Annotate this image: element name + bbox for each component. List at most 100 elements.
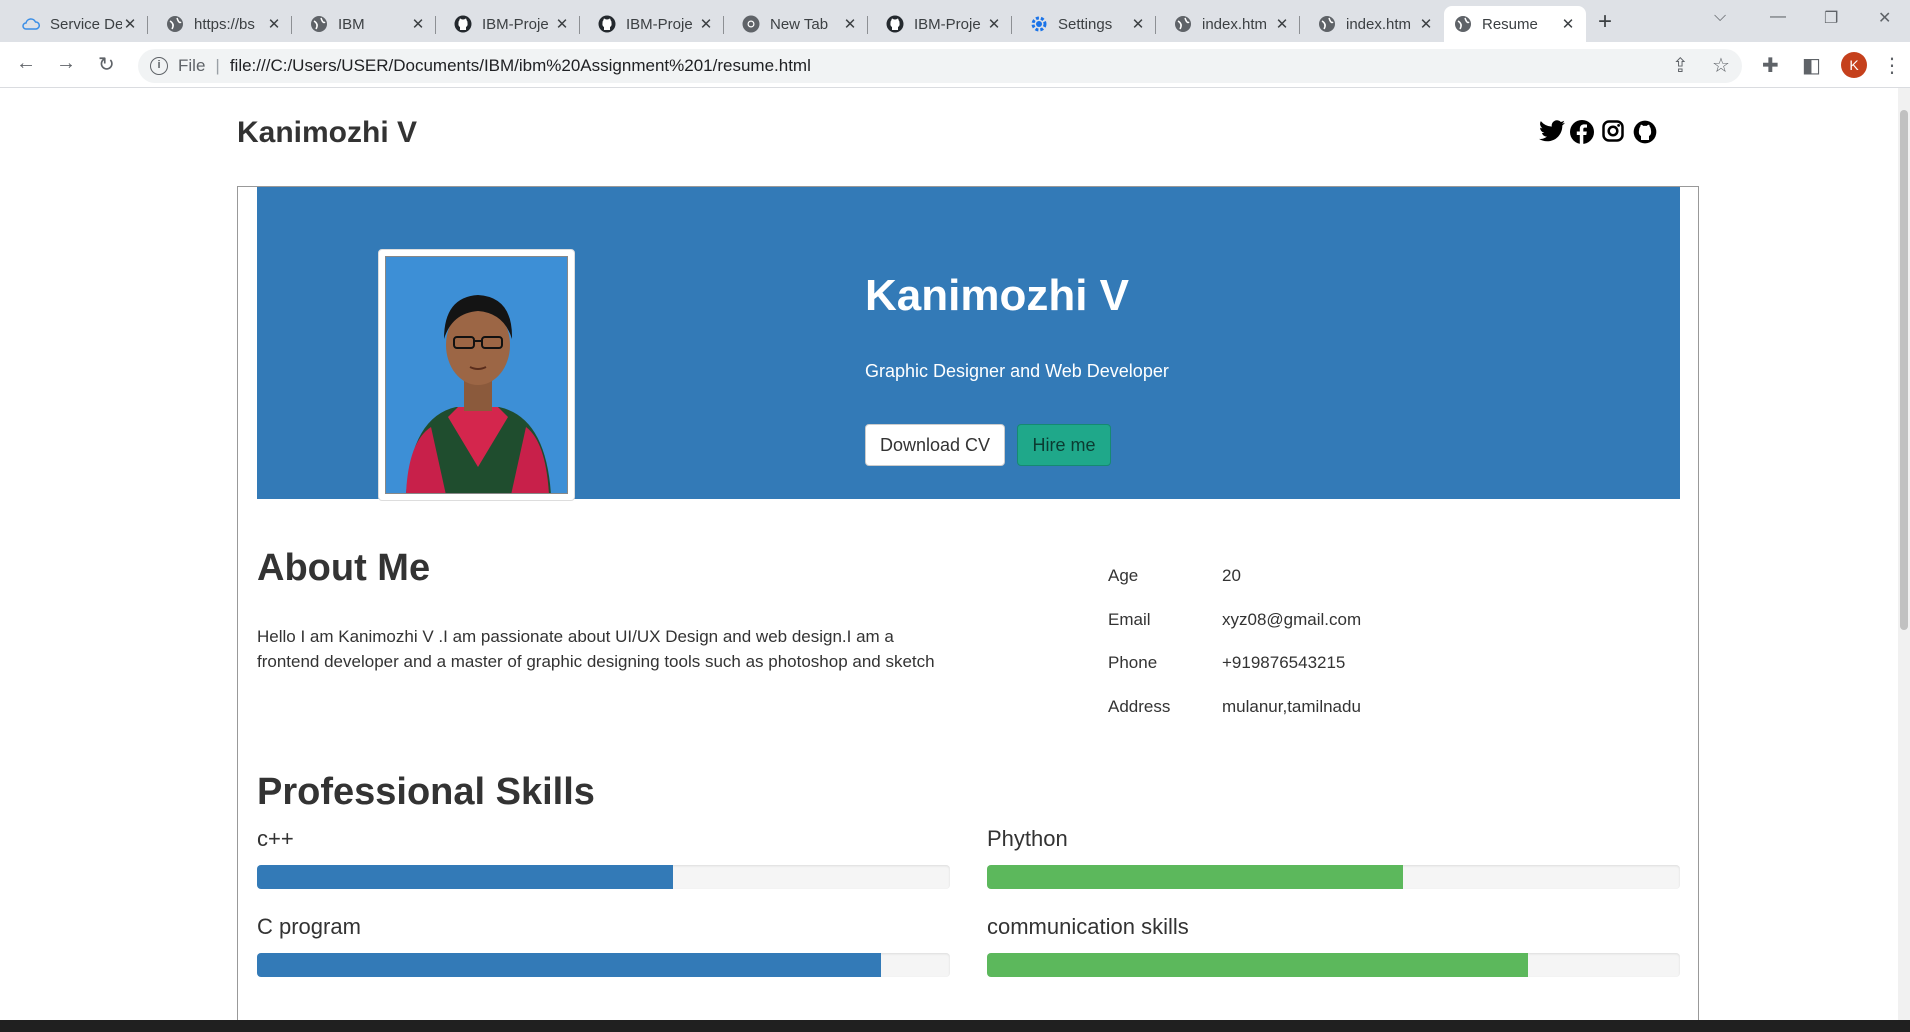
tab-index-2[interactable]: index.htm ✕ (1308, 6, 1444, 42)
tab-index-1[interactable]: index.htm ✕ (1164, 6, 1300, 42)
scrollbar-thumb[interactable] (1900, 110, 1908, 630)
twitter-icon[interactable] (1539, 120, 1565, 148)
info-key: Phone (1108, 653, 1158, 672)
tab-ibm[interactable]: IBM ✕ (300, 6, 436, 42)
tab-search-chevron-icon[interactable]: ⌵ (1714, 8, 1726, 26)
tab-new-tab[interactable]: New Tab ✕ (732, 6, 868, 42)
tab-close-icon[interactable]: ✕ (122, 15, 138, 33)
tab-service-desk[interactable]: Service Desk ✕ (12, 6, 148, 42)
tab-close-icon[interactable]: ✕ (1130, 15, 1146, 33)
github-icon (454, 15, 472, 33)
skill-bar-communication (987, 953, 1680, 977)
about-text: Hello I am Kanimozhi V .I am passionate … (257, 627, 935, 671)
tab-label: Resume (1482, 15, 1538, 33)
tab-label: IBM (338, 15, 365, 33)
info-icon[interactable]: i (150, 57, 168, 75)
url-text: file:///C:/Users/USER/Documents/IBM/ibm%… (229, 56, 811, 75)
skill-bar-cpp (257, 865, 950, 889)
resume-card: Kanimozhi V Graphic Designer and Web Dev… (237, 186, 1699, 1020)
site-brand[interactable]: Kanimozhi V (237, 116, 417, 150)
close-window-icon[interactable]: ✕ (1878, 8, 1891, 28)
download-cv-button[interactable]: Download CV (865, 424, 1005, 466)
github-icon[interactable] (1633, 120, 1657, 150)
globe-icon (1318, 15, 1336, 33)
tab-strip: Service Desk ✕ https://bs ✕ IBM ✕ IBM-Pr… (0, 0, 1910, 42)
globe-icon (1174, 15, 1192, 33)
skill-label-cpp: c++ (257, 826, 294, 851)
bookmark-star-icon[interactable]: ☆ (1712, 53, 1730, 78)
browser-toolbar: ← → ↻ i File | file:///C:/Users/USER/Doc… (0, 42, 1910, 88)
tab-close-icon[interactable]: ✕ (842, 15, 858, 33)
info-row-address: Address mulanur,tamilnadu (1108, 697, 1361, 717)
github-icon (886, 15, 904, 33)
minimize-icon[interactable]: — (1770, 8, 1786, 26)
tab-close-icon[interactable]: ✕ (266, 15, 282, 33)
info-row-email: Email xyz08@gmail.com (1108, 610, 1361, 630)
skill-fill (257, 865, 673, 889)
tab-bs[interactable]: https://bs ✕ (156, 6, 292, 42)
forward-arrow-icon[interactable]: → (56, 52, 76, 75)
skill-bar-python (987, 865, 1680, 889)
side-panel-icon[interactable]: ◧ (1802, 53, 1821, 78)
reload-icon[interactable]: ↻ (98, 52, 115, 77)
tab-close-icon[interactable]: ✕ (554, 15, 570, 33)
profile-photo (378, 249, 575, 501)
tab-close-icon[interactable]: ✕ (1274, 15, 1290, 33)
back-arrow-icon[interactable]: ← (16, 52, 36, 75)
tab-close-icon[interactable]: ✕ (410, 15, 426, 33)
globe-icon (166, 15, 184, 33)
skill-fill (987, 865, 1403, 889)
web-page: Kanimozhi V Kanimozhi V Graphic Designer… (0, 88, 1898, 1020)
skill-fill (257, 953, 881, 977)
tab-label: https://bs (194, 15, 255, 33)
facebook-icon[interactable] (1570, 120, 1594, 150)
share-icon[interactable]: ⇪ (1672, 53, 1689, 78)
tab-label: New Tab (770, 15, 829, 33)
tab-label: index.htm (1202, 15, 1268, 33)
info-value: +919876543215 (1222, 653, 1346, 672)
info-value: 20 (1222, 566, 1241, 585)
new-tab-plus-icon[interactable]: + (1598, 8, 1612, 36)
instagram-icon[interactable] (1602, 120, 1624, 148)
hero-role: Graphic Designer and Web Developer (865, 361, 1169, 381)
restore-icon[interactable]: ❐ (1824, 8, 1838, 28)
tab-label: IBM-Proje (626, 15, 693, 33)
profile-photo-image (385, 256, 568, 494)
tab-close-icon[interactable]: ✕ (1560, 15, 1576, 33)
tab-close-icon[interactable]: ✕ (986, 15, 1002, 33)
page-scrollbar[interactable] (1898, 88, 1910, 1020)
globe-icon (1454, 15, 1472, 33)
menu-kebab-icon[interactable]: ⋮ (1882, 53, 1902, 78)
info-value: xyz08@gmail.com (1222, 610, 1362, 629)
cloud-icon (22, 15, 40, 33)
about-heading: About Me (257, 547, 431, 589)
hero-banner: Kanimozhi V Graphic Designer and Web Dev… (257, 187, 1680, 501)
info-key: Email (1108, 610, 1151, 629)
tab-ibm-project-3[interactable]: IBM-Proje ✕ (876, 6, 1012, 42)
tab-resume[interactable]: Resume ✕ (1444, 6, 1586, 42)
tab-ibm-project-2[interactable]: IBM-Proje ✕ (588, 6, 724, 42)
github-icon (598, 15, 616, 33)
info-key: Address (1108, 697, 1171, 716)
tab-label: IBM-Proje (914, 15, 981, 33)
skill-label-communication: communication skills (987, 914, 1189, 939)
info-row-age: Age 20 (1108, 566, 1241, 586)
extensions-puzzle-icon[interactable]: ✚ (1762, 53, 1779, 78)
skill-bar-c-program (257, 953, 950, 977)
skills-heading: Professional Skills (257, 771, 595, 813)
address-bar[interactable]: i File | file:///C:/Users/USER/Documents… (138, 49, 1742, 83)
tab-label: Settings (1058, 15, 1113, 33)
tab-ibm-project-1[interactable]: IBM-Proje ✕ (444, 6, 580, 42)
tab-label: IBM-Proje (482, 15, 549, 33)
settings-gear-icon (1030, 15, 1048, 33)
scheme-label: File (178, 56, 206, 75)
chrome-icon (742, 15, 760, 33)
tab-settings[interactable]: Settings ✕ (1020, 6, 1156, 42)
tab-label: Service Desk (50, 15, 122, 33)
os-taskbar (0, 1020, 1910, 1032)
tab-close-icon[interactable]: ✕ (1418, 15, 1434, 33)
hire-me-button[interactable]: Hire me (1017, 424, 1111, 466)
tab-close-icon[interactable]: ✕ (698, 15, 714, 33)
hero-name: Kanimozhi V (865, 271, 1130, 320)
profile-avatar[interactable]: K (1841, 52, 1867, 78)
